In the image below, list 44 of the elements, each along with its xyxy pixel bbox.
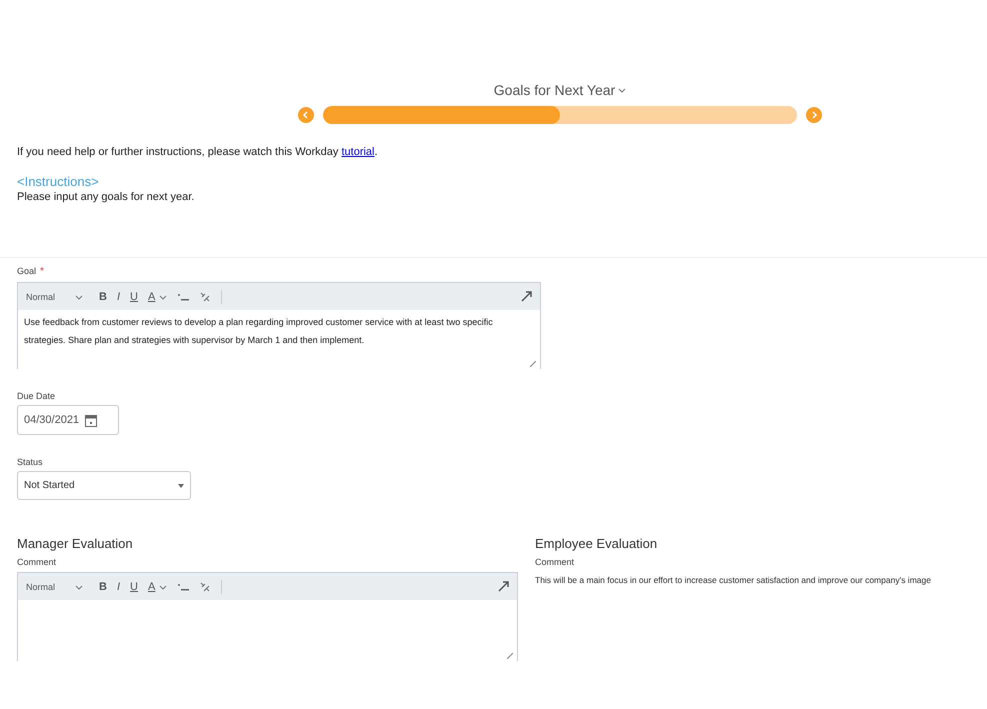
chevron-down-icon [75,294,84,300]
field-label: Comment [17,557,58,567]
tutorial-link[interactable]: tutorial [341,146,374,158]
chevron-down-icon[interactable] [618,87,626,93]
italic-button[interactable]: I [116,290,120,302]
required-mark: * [40,266,44,277]
link-icon[interactable] [199,290,212,302]
comment-text: This will be a main focus in our effort to increase customer satisfaction and improve our company's image [535,575,932,585]
expand-icon[interactable] [498,581,509,592]
underline-button[interactable]: U [130,290,138,302]
list-icon[interactable] [177,292,190,302]
section-heading: Employee Evaluation [535,536,658,551]
comment-editor[interactable]: Normal B I U A [17,572,518,661]
resize-handle-icon [530,361,536,367]
italic-button[interactable]: I [116,580,120,592]
instructions-heading: <Instructions> [17,174,100,189]
date-field[interactable]: 04/30/2021 [17,405,119,435]
bold-button[interactable]: B [99,580,107,592]
field-label: Comment [535,557,576,567]
step-title[interactable]: Goals for Next Year [494,82,616,98]
status-dropdown[interactable]: Not Started [17,471,191,500]
link-icon[interactable] [199,580,212,592]
chevron-down-icon [75,584,84,590]
dropdown-arrow-icon [178,484,184,488]
text-color-button[interactable]: A [148,290,168,302]
text-color-button[interactable]: A [148,580,168,592]
bold-button[interactable]: B [99,290,107,302]
instructions-text: Please input any goals for next year. [17,191,196,203]
help-text: If you need help or further instructions, please watch this Workday tutorial. [17,146,379,158]
calendar-icon [85,414,98,426]
chevron-down-icon [159,584,168,590]
field-label: Goal [17,266,36,277]
goal-editor[interactable] [17,282,541,369]
underline-button[interactable]: U [130,580,138,592]
field-label: Due Date [17,391,56,401]
section-heading: Manager Evaluation [17,536,134,551]
expand-icon[interactable] [521,291,532,302]
field-label: Status [17,457,44,467]
format-dropdown[interactable]: Normal [26,582,84,592]
format-dropdown[interactable]: Normal [26,292,84,302]
chevron-down-icon [159,294,168,300]
resize-handle-icon [507,653,513,659]
editor-text: Use feedback from customer reviews to develop a plan regarding improved customer service with at least two specific strategies. Share plan and strategies with supervisor by March 1 and then implement. [23,316,494,347]
list-icon[interactable] [177,582,190,592]
